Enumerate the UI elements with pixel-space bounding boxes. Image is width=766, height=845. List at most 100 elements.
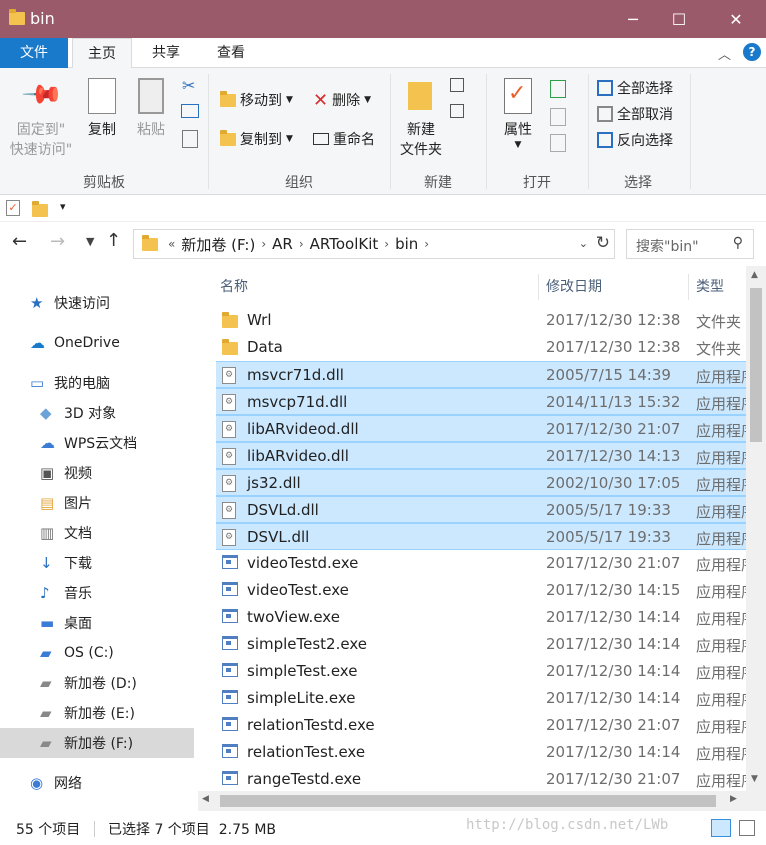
- properties-button[interactable]: 属性 ▼: [496, 120, 540, 150]
- paste-button[interactable]: 粘贴: [130, 120, 172, 140]
- file-row[interactable]: videoTestd.exe 2017/12/30 21:07 应用程序: [216, 550, 746, 577]
- recent-locations-icon[interactable]: ▼: [86, 235, 94, 248]
- nav-item[interactable]: ▰ 新加卷 (E:): [0, 698, 194, 728]
- file-row[interactable]: Wrl 2017/12/30 12:38 文件夹: [216, 307, 746, 334]
- new-folder-button[interactable]: 新建 文件夹: [394, 120, 448, 160]
- pin-quick-access-button[interactable]: 固定到" 快速访问": [4, 120, 78, 160]
- collapse-ribbon-icon[interactable]: ︿: [718, 44, 731, 63]
- close-button[interactable]: ✕: [713, 0, 759, 38]
- column-header-date[interactable]: 修改日期: [546, 272, 602, 302]
- maximize-button[interactable]: ☐: [656, 0, 702, 38]
- chevron-right-icon[interactable]: ›: [424, 237, 429, 251]
- delete-button[interactable]: ✕ 删除 ▼: [313, 88, 371, 112]
- up-icon[interactable]: ↑: [106, 230, 121, 251]
- file-row[interactable]: simpleTest2.exe 2017/12/30 14:14 应用程序: [216, 631, 746, 658]
- large-icons-view-icon[interactable]: [739, 820, 755, 836]
- file-row[interactable]: relationTestd.exe 2017/12/30 21:07 应用程序: [216, 712, 746, 739]
- file-row[interactable]: simpleLite.exe 2017/12/30 14:14 应用程序: [216, 685, 746, 712]
- vertical-scroll-thumb[interactable]: [750, 288, 762, 442]
- new-folder-icon[interactable]: [32, 201, 48, 217]
- tab-view[interactable]: 查看: [200, 38, 262, 68]
- copy-path-icon[interactable]: [181, 104, 199, 118]
- scroll-right-icon[interactable]: ▶: [730, 794, 737, 804]
- back-icon[interactable]: ←: [12, 231, 27, 252]
- tab-share[interactable]: 共享: [136, 38, 196, 68]
- select-all-button[interactable]: 全部选择: [597, 76, 673, 100]
- rename-button[interactable]: 重命名: [313, 127, 375, 151]
- open-icon[interactable]: [550, 80, 566, 98]
- help-icon[interactable]: ?: [743, 43, 761, 61]
- file-row[interactable]: js32.dll 2002/10/30 17:05 应用程序扩展: [216, 469, 746, 496]
- paste-shortcut-icon[interactable]: [182, 130, 198, 148]
- nav-item[interactable]: ▬ 桌面: [0, 608, 194, 638]
- properties-icon[interactable]: ✓: [6, 200, 20, 216]
- properties-icon: ✓: [504, 78, 532, 114]
- nav-item[interactable]: ↓ 下载: [0, 548, 194, 578]
- breadcrumb-ar[interactable]: AR: [272, 235, 293, 253]
- nav-item[interactable]: ▰ OS (C:): [0, 638, 194, 668]
- file-row[interactable]: relationTest.exe 2017/12/30 14:14 应用程序: [216, 739, 746, 766]
- scroll-up-icon[interactable]: ▲: [751, 270, 758, 280]
- scroll-left-icon[interactable]: ◀: [202, 794, 209, 804]
- nav-item[interactable]: ◆ 3D 对象: [0, 398, 194, 428]
- column-header-type[interactable]: 类型: [696, 272, 724, 302]
- file-row[interactable]: DSVL.dll 2005/5/17 19:33 应用程序扩展: [216, 523, 746, 550]
- nav-item[interactable]: ▰ 新加卷 (F:): [0, 728, 194, 758]
- nav-item[interactable]: ▭ 我的电脑: [0, 368, 194, 398]
- copy-button[interactable]: 复制: [80, 120, 124, 140]
- vertical-scrollbar[interactable]: ▲ ▼: [746, 266, 766, 791]
- address-bar[interactable]: « 新加卷 (F:) › AR › ARToolKit › bin › ⌄ ↻: [133, 229, 615, 259]
- breadcrumb-artoolkit[interactable]: ARToolKit: [310, 235, 379, 253]
- nav-item[interactable]: ★ 快速访问: [0, 288, 194, 318]
- file-row[interactable]: rangeTestd.exe 2017/12/30 21:07 应用程序: [216, 766, 746, 791]
- new-item-icon[interactable]: [450, 78, 464, 92]
- tab-home[interactable]: 主页: [72, 38, 132, 69]
- nav-item[interactable]: ☁ OneDrive: [0, 328, 194, 358]
- breadcrumb-drive[interactable]: 新加卷 (F:): [181, 234, 255, 255]
- search-icon[interactable]: ⚲: [733, 235, 743, 251]
- breadcrumb-bin[interactable]: bin: [395, 235, 418, 253]
- invert-selection-button[interactable]: 反向选择: [597, 128, 673, 152]
- file-row[interactable]: videoTest.exe 2017/12/30 14:15 应用程序: [216, 577, 746, 604]
- edit-icon[interactable]: [550, 108, 566, 126]
- file-row[interactable]: libARvideo.dll 2017/12/30 14:13 应用程序扩展: [216, 442, 746, 469]
- refresh-icon[interactable]: ↻: [596, 233, 610, 253]
- customize-toolbar-icon[interactable]: ▾: [60, 200, 66, 213]
- file-row[interactable]: DSVLd.dll 2005/5/17 19:33 应用程序扩展: [216, 496, 746, 523]
- nav-item[interactable]: ◉ 网络: [0, 768, 194, 798]
- nav-item[interactable]: ☁ WPS云文档: [0, 428, 194, 458]
- column-header-name[interactable]: 名称: [220, 272, 248, 302]
- nav-item[interactable]: ▤ 图片: [0, 488, 194, 518]
- breadcrumb-overflow[interactable]: «: [168, 237, 175, 251]
- file-row[interactable]: msvcp71d.dll 2014/11/13 15:32 应用程序扩展: [216, 388, 746, 415]
- file-row[interactable]: twoView.exe 2017/12/30 14:14 应用程序: [216, 604, 746, 631]
- cut-icon[interactable]: ✂: [182, 76, 195, 95]
- file-row[interactable]: libARvideod.dll 2017/12/30 21:07 应用程序扩展: [216, 415, 746, 442]
- tab-file[interactable]: 文件: [0, 38, 68, 68]
- copy-to-button[interactable]: 复制到 ▼: [220, 127, 293, 151]
- minimize-button[interactable]: ─: [610, 0, 656, 38]
- move-to-button[interactable]: 移动到 ▼: [220, 88, 293, 112]
- details-view-icon[interactable]: [711, 819, 731, 837]
- nav-item[interactable]: ▥ 文档: [0, 518, 194, 548]
- nav-item[interactable]: ▰ 新加卷 (D:): [0, 668, 194, 698]
- nav-item[interactable]: ▣ 视频: [0, 458, 194, 488]
- file-row[interactable]: msvcr71d.dll 2005/7/15 14:39 应用程序扩展: [216, 361, 746, 388]
- forward-icon[interactable]: →: [50, 231, 65, 252]
- search-box[interactable]: 搜索"bin" ⚲: [626, 229, 754, 259]
- select-none-button[interactable]: 全部取消: [597, 102, 673, 126]
- easy-access-icon[interactable]: [450, 104, 464, 118]
- nav-item[interactable]: ♪ 音乐: [0, 578, 194, 608]
- scroll-down-icon[interactable]: ▼: [751, 774, 758, 784]
- history-icon[interactable]: [550, 134, 566, 152]
- file-row[interactable]: simpleTest.exe 2017/12/30 14:14 应用程序: [216, 658, 746, 685]
- chevron-right-icon[interactable]: ›: [261, 237, 266, 251]
- column-divider[interactable]: [688, 274, 689, 300]
- horizontal-scrollbar[interactable]: ◀ ▶: [198, 791, 746, 811]
- column-divider[interactable]: [538, 274, 539, 300]
- file-row[interactable]: Data 2017/12/30 12:38 文件夹: [216, 334, 746, 361]
- chevron-right-icon[interactable]: ›: [299, 237, 304, 251]
- chevron-right-icon[interactable]: ›: [384, 237, 389, 251]
- horizontal-scroll-thumb[interactable]: [220, 795, 716, 807]
- address-dropdown-icon[interactable]: ⌄: [579, 237, 588, 250]
